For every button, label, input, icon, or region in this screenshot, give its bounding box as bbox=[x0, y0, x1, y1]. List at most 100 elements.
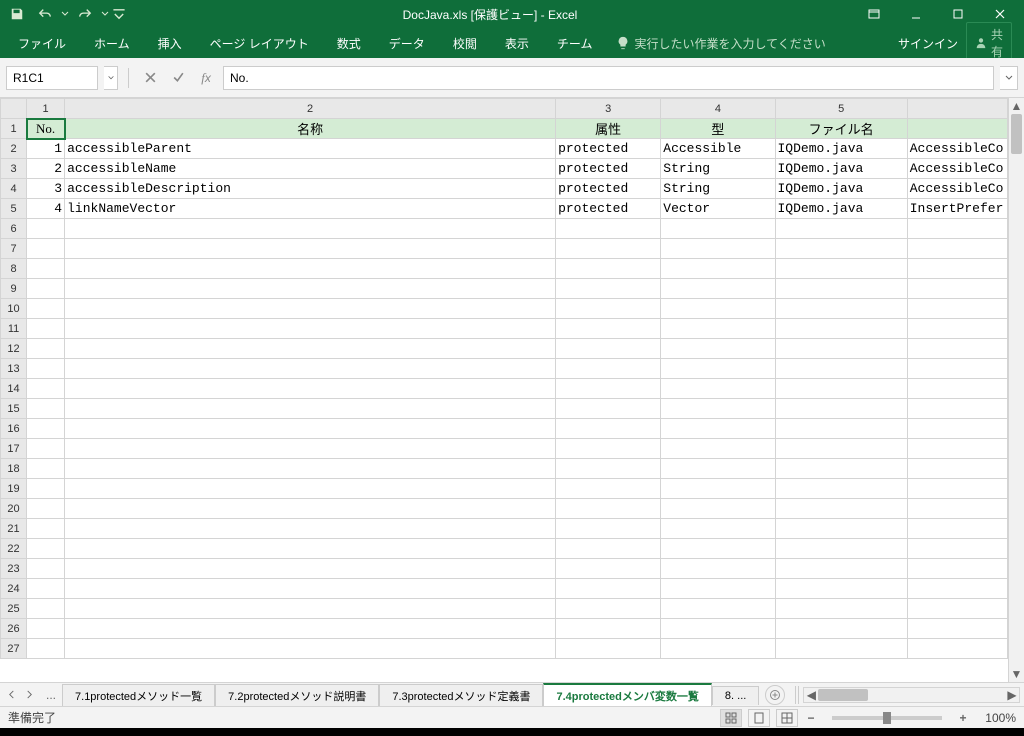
cell[interactable]: 3 bbox=[27, 179, 65, 199]
cell[interactable]: accessibleDescription bbox=[65, 179, 556, 199]
scroll-left-arrow[interactable]: ◀ bbox=[804, 688, 818, 702]
scroll-down-arrow[interactable]: ▼ bbox=[1009, 666, 1024, 682]
cell[interactable] bbox=[661, 319, 775, 339]
cell[interactable] bbox=[661, 439, 775, 459]
scroll-up-arrow[interactable]: ▲ bbox=[1009, 98, 1024, 114]
vertical-scrollbar[interactable]: ▲ ▼ bbox=[1008, 98, 1024, 682]
col-header[interactable]: 5 bbox=[775, 99, 907, 119]
view-page-layout-button[interactable] bbox=[748, 709, 770, 727]
cell[interactable] bbox=[661, 459, 775, 479]
tab-home[interactable]: ホーム bbox=[80, 29, 144, 58]
cell[interactable] bbox=[556, 439, 661, 459]
scroll-thumb[interactable] bbox=[1011, 114, 1022, 154]
row-header[interactable]: 2 bbox=[1, 139, 27, 159]
row-header[interactable]: 9 bbox=[1, 279, 27, 299]
cell[interactable] bbox=[27, 599, 65, 619]
cell[interactable] bbox=[661, 339, 775, 359]
cell-header-no[interactable]: No. bbox=[27, 119, 65, 139]
cell[interactable] bbox=[27, 239, 65, 259]
col-header[interactable]: 3 bbox=[556, 99, 661, 119]
row-header[interactable]: 24 bbox=[1, 579, 27, 599]
cell[interactable] bbox=[661, 259, 775, 279]
cell[interactable]: protected bbox=[556, 199, 661, 219]
tab-insert[interactable]: 挿入 bbox=[144, 29, 196, 58]
row-header[interactable]: 16 bbox=[1, 419, 27, 439]
cell[interactable] bbox=[65, 599, 556, 619]
cell[interactable] bbox=[775, 439, 907, 459]
tab-nav-prev[interactable] bbox=[4, 686, 18, 704]
sheet-tab[interactable]: 7.2protectedメソッド説明書 bbox=[215, 684, 379, 706]
row-header[interactable]: 15 bbox=[1, 399, 27, 419]
cell[interactable] bbox=[907, 459, 1007, 479]
cell[interactable] bbox=[556, 559, 661, 579]
cell[interactable]: linkNameVector bbox=[65, 199, 556, 219]
row-header[interactable]: 4 bbox=[1, 179, 27, 199]
horizontal-scrollbar[interactable]: ◀ ▶ bbox=[803, 687, 1020, 703]
cell[interactable] bbox=[775, 419, 907, 439]
cell[interactable] bbox=[775, 599, 907, 619]
cell[interactable]: IQDemo.java bbox=[775, 179, 907, 199]
cell[interactable] bbox=[907, 319, 1007, 339]
enter-formula-button[interactable] bbox=[167, 67, 189, 89]
cell[interactable] bbox=[556, 419, 661, 439]
cell[interactable]: accessibleName bbox=[65, 159, 556, 179]
row-header[interactable]: 12 bbox=[1, 339, 27, 359]
cell[interactable] bbox=[775, 559, 907, 579]
cell[interactable] bbox=[27, 339, 65, 359]
cell[interactable]: String bbox=[661, 159, 775, 179]
row-header[interactable]: 6 bbox=[1, 219, 27, 239]
cell[interactable] bbox=[775, 639, 907, 659]
undo-button[interactable] bbox=[32, 2, 58, 26]
row-header[interactable]: 10 bbox=[1, 299, 27, 319]
view-page-break-button[interactable] bbox=[776, 709, 798, 727]
cell[interactable] bbox=[65, 519, 556, 539]
cell[interactable] bbox=[65, 619, 556, 639]
cell[interactable] bbox=[556, 539, 661, 559]
cell[interactable] bbox=[556, 499, 661, 519]
cell[interactable] bbox=[65, 539, 556, 559]
sheet-tab[interactable]: 8. ... bbox=[712, 686, 759, 705]
cell[interactable] bbox=[907, 519, 1007, 539]
cell[interactable] bbox=[661, 399, 775, 419]
row-header[interactable]: 22 bbox=[1, 539, 27, 559]
cell[interactable] bbox=[907, 279, 1007, 299]
cell[interactable]: IQDemo.java bbox=[775, 139, 907, 159]
cell[interactable] bbox=[775, 259, 907, 279]
qat-customize[interactable] bbox=[112, 2, 126, 26]
cell[interactable] bbox=[556, 279, 661, 299]
cell[interactable] bbox=[907, 359, 1007, 379]
cell[interactable] bbox=[27, 219, 65, 239]
cell[interactable] bbox=[27, 279, 65, 299]
select-all-corner[interactable] bbox=[1, 99, 27, 119]
cell[interactable] bbox=[27, 299, 65, 319]
cell[interactable] bbox=[907, 419, 1007, 439]
cell[interactable]: InsertPrefer bbox=[907, 199, 1007, 219]
cell[interactable]: accessibleParent bbox=[65, 139, 556, 159]
cell[interactable] bbox=[27, 539, 65, 559]
row-header[interactable]: 8 bbox=[1, 259, 27, 279]
cell[interactable] bbox=[65, 299, 556, 319]
cell[interactable] bbox=[556, 479, 661, 499]
tab-data[interactable]: データ bbox=[375, 29, 439, 58]
row-header[interactable]: 18 bbox=[1, 459, 27, 479]
cell[interactable] bbox=[27, 559, 65, 579]
cell[interactable] bbox=[27, 479, 65, 499]
cell[interactable] bbox=[556, 379, 661, 399]
cell[interactable] bbox=[65, 339, 556, 359]
cell[interactable] bbox=[556, 619, 661, 639]
tab-formulas[interactable]: 数式 bbox=[323, 29, 375, 58]
cell[interactable] bbox=[65, 479, 556, 499]
cell[interactable] bbox=[65, 499, 556, 519]
cell[interactable]: protected bbox=[556, 139, 661, 159]
cell[interactable] bbox=[661, 539, 775, 559]
signin-link[interactable]: サインイン bbox=[898, 35, 958, 52]
cell[interactable] bbox=[661, 579, 775, 599]
cell[interactable] bbox=[65, 639, 556, 659]
cell[interactable] bbox=[27, 319, 65, 339]
sheet-tab-active[interactable]: 7.4protectedメンバ変数一覧 bbox=[543, 683, 711, 706]
tab-review[interactable]: 校閲 bbox=[439, 29, 491, 58]
cell-header-attr[interactable]: 属性 bbox=[556, 119, 661, 139]
col-header[interactable]: 4 bbox=[661, 99, 775, 119]
cell[interactable] bbox=[65, 399, 556, 419]
row-header[interactable]: 3 bbox=[1, 159, 27, 179]
